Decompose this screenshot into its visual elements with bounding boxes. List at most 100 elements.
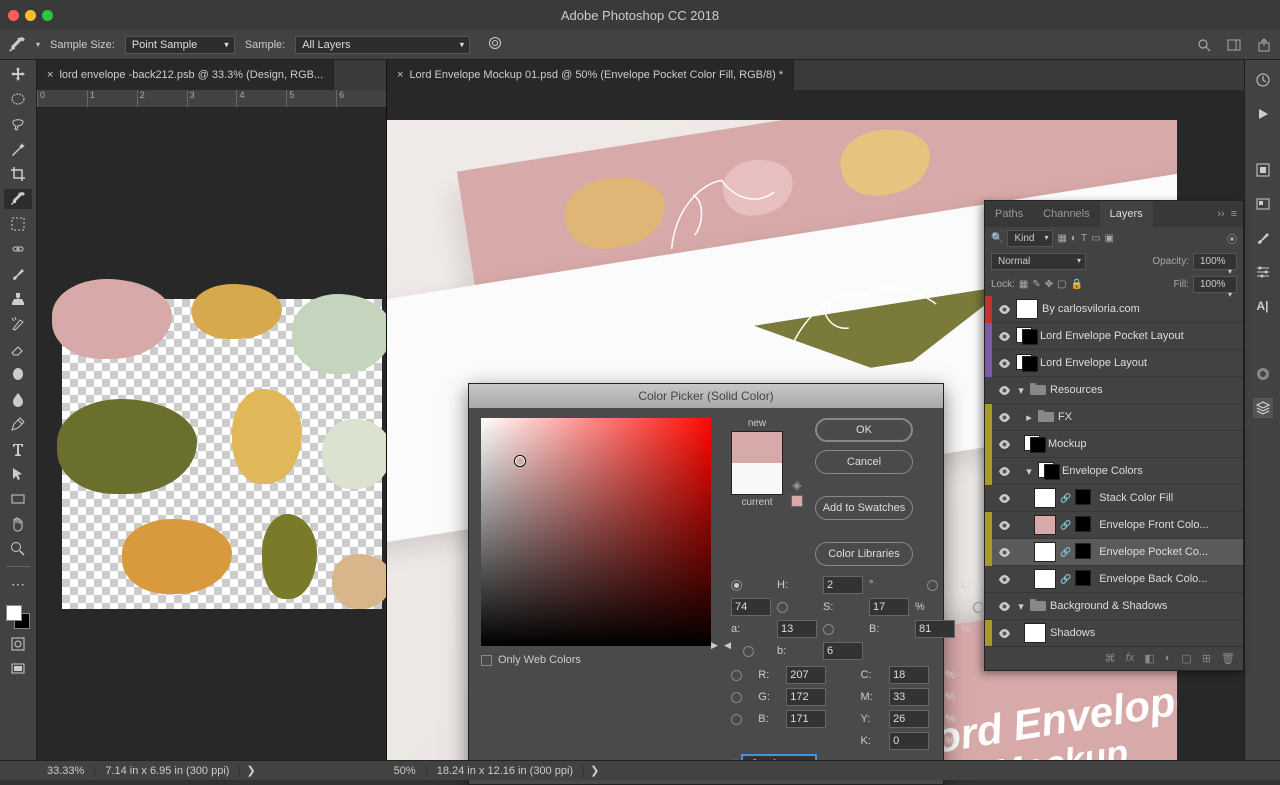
adjustment-layer-icon[interactable]: ◐ (1165, 652, 1172, 665)
history-brush-tool[interactable] (4, 314, 32, 334)
eyedropper-tool[interactable] (4, 189, 32, 209)
visibility-toggle[interactable] (996, 467, 1012, 476)
cancel-button[interactable]: Cancel (815, 450, 913, 474)
tab-channels[interactable]: Channels (1033, 201, 1099, 227)
input-s[interactable] (869, 598, 909, 616)
radio-a[interactable] (973, 602, 984, 613)
radio-s[interactable] (777, 602, 788, 613)
brush-tool[interactable] (4, 264, 32, 284)
sample-size-dropdown[interactable]: Point Sample (125, 36, 235, 54)
radio-r[interactable] (731, 670, 742, 681)
radio-bv[interactable] (823, 624, 834, 635)
input-k[interactable] (889, 732, 929, 750)
type-tool[interactable] (4, 439, 32, 459)
search-icon[interactable] (1196, 37, 1212, 53)
input-r[interactable] (786, 666, 826, 684)
filter-adjust-icon[interactable]: ◐ (1071, 233, 1077, 244)
filter-smart-icon[interactable]: ▣ (1105, 233, 1114, 244)
fill-input[interactable]: 100% (1193, 276, 1237, 293)
lock-pos-icon[interactable]: ✥ (1045, 279, 1053, 290)
new-current-swatch[interactable] (731, 431, 783, 495)
visibility-toggle[interactable] (996, 629, 1012, 638)
frame-tool[interactable] (4, 214, 32, 234)
lock-artboard-icon[interactable]: ▢ (1057, 279, 1066, 290)
maximize-window-button[interactable] (42, 10, 53, 21)
radio-bb[interactable] (731, 714, 742, 725)
layer-row[interactable]: ▾Background & Shadows (985, 593, 1243, 620)
panel-menu-icon[interactable]: ≡ (1231, 208, 1237, 220)
blur-tool[interactable] (4, 389, 32, 409)
lock-all-icon[interactable]: 🔒 (1071, 279, 1083, 290)
expand-toggle[interactable]: ▾ (1016, 384, 1026, 397)
rectangle-tool[interactable] (4, 489, 32, 509)
expand-toggle[interactable]: ▾ (1024, 465, 1034, 478)
layer-fx-icon[interactable]: fx (1126, 652, 1135, 665)
add-swatches-button[interactable]: Add to Swatches (815, 496, 913, 520)
layer-row[interactable]: ▸FX (985, 404, 1243, 431)
layer-mask-icon[interactable]: ◧ (1144, 652, 1154, 665)
status-zoom-right[interactable]: 50% (384, 765, 427, 777)
visibility-toggle[interactable] (996, 521, 1012, 530)
zoom-tool[interactable] (4, 539, 32, 559)
new-group-icon[interactable]: ▢ (1181, 652, 1191, 665)
sampling-ring-icon[interactable] (488, 36, 502, 53)
close-window-button[interactable] (8, 10, 19, 21)
filter-toggle-icon[interactable]: ⦿ (1227, 231, 1237, 246)
layer-row[interactable]: Lord Envelope Layout (985, 350, 1243, 377)
visibility-toggle[interactable] (996, 359, 1012, 368)
tab-paths[interactable]: Paths (985, 201, 1033, 227)
chevron-down-icon[interactable]: ▾ (36, 40, 40, 49)
expand-toggle[interactable]: ▾ (1016, 600, 1026, 613)
layer-row[interactable]: 🔗Envelope Back Colo... (985, 566, 1243, 593)
closest-web-swatch[interactable] (791, 495, 803, 507)
adjustments-panel-icon[interactable] (1253, 262, 1273, 282)
opacity-input[interactable]: 100% (1193, 253, 1237, 270)
share-icon[interactable] (1256, 37, 1272, 53)
color-libraries-button[interactable]: Color Libraries (815, 542, 913, 566)
input-m[interactable] (889, 688, 929, 706)
edit-toolbar-button[interactable]: ⋯ (4, 574, 32, 594)
color-panel-icon[interactable] (1253, 364, 1273, 384)
out-of-gamut-icon[interactable]: ◈ (792, 478, 801, 492)
input-g[interactable] (786, 688, 826, 706)
canvas-design[interactable] (62, 299, 382, 609)
visibility-toggle[interactable] (996, 494, 1012, 503)
status-zoom-left[interactable]: 33.33% (37, 765, 95, 777)
input-h[interactable] (823, 576, 863, 594)
layer-row[interactable]: Shadows (985, 620, 1243, 646)
input-y[interactable] (889, 710, 929, 728)
visibility-toggle[interactable] (996, 305, 1012, 314)
layer-row[interactable]: ▾Envelope Colors (985, 458, 1243, 485)
screen-mode-button[interactable] (4, 659, 32, 679)
libraries-panel-icon[interactable] (1253, 194, 1273, 214)
quick-mask-button[interactable] (4, 634, 32, 654)
magic-wand-tool[interactable] (4, 139, 32, 159)
color-swatches[interactable] (6, 605, 30, 629)
web-colors-checkbox[interactable] (481, 655, 492, 666)
tab-layers[interactable]: Layers (1100, 201, 1153, 227)
eraser-tool[interactable] (4, 339, 32, 359)
visibility-toggle[interactable] (996, 440, 1012, 449)
visibility-toggle[interactable] (996, 602, 1012, 611)
blend-mode-dropdown[interactable]: Normal (991, 253, 1086, 270)
healing-brush-tool[interactable] (4, 239, 32, 259)
layer-row[interactable]: 🔗Envelope Pocket Co... (985, 539, 1243, 566)
radio-l[interactable] (927, 580, 938, 591)
input-a[interactable] (777, 620, 817, 638)
layers-panel-icon[interactable] (1253, 398, 1273, 418)
layer-row[interactable]: 🔗Envelope Front Colo... (985, 512, 1243, 539)
radio-bl[interactable] (743, 646, 754, 657)
hand-tool[interactable] (4, 514, 32, 534)
visibility-toggle[interactable] (996, 548, 1012, 557)
brush-panel-icon[interactable] (1253, 228, 1273, 248)
marquee-tool[interactable] (4, 89, 32, 109)
sample-dropdown[interactable]: All Layers (295, 36, 470, 54)
history-panel-icon[interactable] (1253, 70, 1273, 90)
new-layer-icon[interactable]: ⊞ (1202, 652, 1211, 665)
input-bv[interactable] (915, 620, 955, 638)
status-menu-left-icon[interactable]: ❯ (240, 764, 261, 777)
layer-row[interactable]: By carlosviloria.com (985, 296, 1243, 323)
properties-panel-icon[interactable] (1253, 160, 1273, 180)
layer-row[interactable]: 🔗Stack Color Fill (985, 485, 1243, 512)
sb-cursor[interactable] (515, 456, 525, 466)
